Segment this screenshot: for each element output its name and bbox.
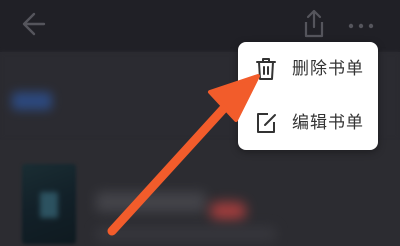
blurred-book-info bbox=[96, 227, 276, 241]
popup-menu: 删除书单 编辑书单 bbox=[238, 42, 378, 150]
edit-booklist-label: 编辑书单 bbox=[292, 113, 364, 133]
trash-icon bbox=[256, 58, 276, 80]
more-dots-icon[interactable] bbox=[346, 12, 376, 36]
blurred-book-title bbox=[96, 192, 206, 212]
back-arrow-icon[interactable] bbox=[20, 10, 46, 38]
blurred-badge bbox=[12, 92, 52, 110]
share-icon[interactable] bbox=[300, 8, 328, 40]
delete-booklist-item[interactable]: 删除书单 bbox=[238, 42, 378, 96]
delete-booklist-label: 删除书单 bbox=[292, 59, 364, 79]
book-cover[interactable] bbox=[22, 164, 76, 244]
blurred-tag bbox=[210, 202, 246, 220]
booklist-screen: 删除书单 编辑书单 bbox=[0, 0, 400, 246]
edit-icon bbox=[257, 113, 276, 133]
edit-booklist-item[interactable]: 编辑书单 bbox=[238, 96, 378, 150]
